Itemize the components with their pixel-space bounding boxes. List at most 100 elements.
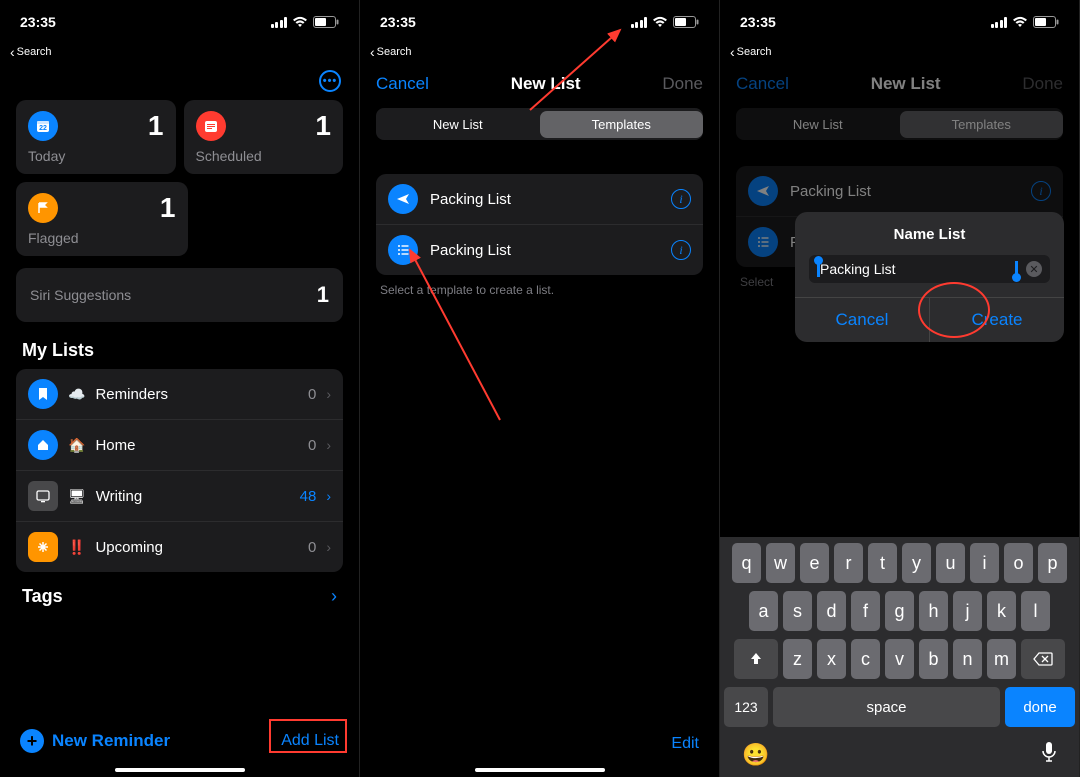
key-y[interactable]: y — [902, 543, 931, 583]
more-button[interactable]: ••• — [319, 70, 341, 92]
key-m[interactable]: m — [987, 639, 1016, 679]
segmented-control[interactable]: New List Templates — [376, 108, 703, 140]
chevron-right-icon: › — [331, 586, 337, 607]
key-f[interactable]: f — [851, 591, 880, 631]
new-reminder-label: New Reminder — [52, 731, 170, 751]
new-reminder-button[interactable]: + New Reminder — [20, 729, 170, 753]
svg-text:22: 22 — [39, 125, 47, 132]
edit-button[interactable]: Edit — [651, 717, 719, 777]
list-item[interactable]: 🏠 Home 0 › — [16, 420, 343, 471]
status-indicators — [631, 16, 700, 28]
card-scheduled[interactable]: 1 Scheduled — [184, 100, 344, 174]
name-list-input-wrap[interactable]: ✕ — [809, 255, 1050, 283]
key-b[interactable]: b — [919, 639, 948, 679]
segment-templates[interactable]: Templates — [540, 111, 704, 138]
selection-handle-right[interactable] — [1015, 261, 1018, 277]
key-g[interactable]: g — [885, 591, 914, 631]
emoji-key[interactable]: 😀 — [742, 742, 769, 768]
template-item[interactable]: Packing List i — [376, 174, 703, 225]
cellular-icon — [991, 17, 1008, 28]
key-v[interactable]: v — [885, 639, 914, 679]
scheduled-count: 1 — [315, 110, 331, 142]
add-list-button[interactable]: Add List — [281, 732, 339, 750]
home-indicator[interactable] — [475, 768, 605, 772]
done-key[interactable]: done — [1005, 687, 1075, 727]
key-t[interactable]: t — [868, 543, 897, 583]
key-e[interactable]: e — [800, 543, 829, 583]
status-time: 23:35 — [740, 14, 776, 30]
segment-templates[interactable]: Templates — [900, 111, 1064, 138]
back-search[interactable]: ‹ Search — [360, 44, 719, 66]
space-key[interactable]: space — [773, 687, 1000, 727]
modal-nav-bar: Cancel New List Done — [720, 66, 1079, 100]
key-h[interactable]: h — [919, 591, 948, 631]
modal-title: New List — [511, 74, 581, 94]
key-k[interactable]: k — [987, 591, 1016, 631]
list-count: 0 — [308, 386, 316, 403]
status-bar: 23:35 — [0, 0, 359, 44]
key-p[interactable]: p — [1038, 543, 1067, 583]
name-list-input[interactable] — [820, 261, 1015, 277]
key-a[interactable]: a — [749, 591, 778, 631]
name-list-popup: Name List ✕ Cancel Create — [795, 212, 1064, 342]
segmented-control[interactable]: New List Templates — [736, 108, 1063, 140]
key-w[interactable]: w — [766, 543, 795, 583]
list-item[interactable]: ‼️ Upcoming 0 › — [16, 522, 343, 572]
clear-input-icon[interactable]: ✕ — [1026, 261, 1042, 277]
siri-count: 1 — [317, 282, 329, 308]
info-icon[interactable]: i — [1031, 181, 1051, 201]
chevron-right-icon: › — [326, 539, 331, 555]
list-icon — [748, 227, 778, 257]
key-i[interactable]: i — [970, 543, 999, 583]
card-flagged[interactable]: 1 Flagged — [16, 182, 188, 256]
segment-new-list[interactable]: New List — [736, 111, 900, 138]
list-name: Home — [95, 437, 298, 454]
wifi-icon — [652, 16, 668, 28]
screenshot-reminders-home: 23:35 ‹ Search ••• 22 1 Today — [0, 0, 360, 777]
key-r[interactable]: r — [834, 543, 863, 583]
key-x[interactable]: x — [817, 639, 846, 679]
home-indicator[interactable] — [115, 768, 245, 772]
screenshot-name-list: 23:35 ‹ Search Cancel New List Done New … — [720, 0, 1080, 777]
list-item[interactable]: 🖥 Writing 48 › — [16, 471, 343, 522]
airplane-icon — [388, 184, 418, 214]
key-u[interactable]: u — [936, 543, 965, 583]
list-count: 48 — [300, 488, 317, 505]
back-search[interactable]: ‹ Search — [720, 44, 1079, 66]
flag-icon — [28, 193, 58, 223]
key-c[interactable]: c — [851, 639, 880, 679]
keyboard[interactable]: qwertyuiop asdfghjkl zxcvbnm 123 space d… — [720, 537, 1079, 777]
info-icon[interactable]: i — [671, 240, 691, 260]
key-n[interactable]: n — [953, 639, 982, 679]
key-q[interactable]: q — [732, 543, 761, 583]
shift-key[interactable] — [734, 639, 778, 679]
siri-label: Siri Suggestions — [30, 287, 131, 303]
info-icon[interactable]: i — [671, 189, 691, 209]
numbers-key[interactable]: 123 — [724, 687, 768, 727]
status-bar: 23:35 — [360, 0, 719, 44]
cancel-button[interactable]: Cancel — [736, 74, 789, 94]
battery-icon — [313, 16, 339, 28]
key-d[interactable]: d — [817, 591, 846, 631]
key-j[interactable]: j — [953, 591, 982, 631]
template-item[interactable]: Packing List i — [736, 166, 1063, 217]
key-s[interactable]: s — [783, 591, 812, 631]
segment-new-list[interactable]: New List — [376, 111, 540, 138]
tags-row[interactable]: Tags › — [0, 572, 359, 621]
key-z[interactable]: z — [783, 639, 812, 679]
list-item[interactable]: ☁️ Reminders 0 › — [16, 369, 343, 420]
template-item[interactable]: Packing List i — [376, 225, 703, 275]
card-today[interactable]: 22 1 Today — [16, 100, 176, 174]
list-name: Upcoming — [95, 539, 298, 556]
siri-suggestions[interactable]: Siri Suggestions 1 — [16, 268, 343, 322]
back-search[interactable]: ‹ Search — [0, 44, 359, 66]
cancel-button[interactable]: Cancel — [376, 74, 429, 94]
templates-group: Packing List i Packing List i — [376, 174, 703, 275]
key-l[interactable]: l — [1021, 591, 1050, 631]
selection-handle-left[interactable] — [817, 261, 820, 277]
popup-create-button[interactable]: Create — [929, 298, 1064, 342]
dictation-key[interactable] — [1041, 741, 1057, 769]
popup-cancel-button[interactable]: Cancel — [795, 298, 929, 342]
backspace-key[interactable] — [1021, 639, 1065, 679]
key-o[interactable]: o — [1004, 543, 1033, 583]
